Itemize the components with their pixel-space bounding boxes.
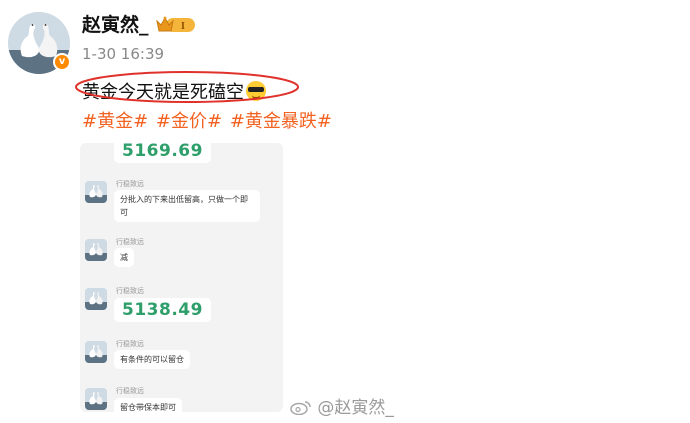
weibo-watermark: @赵寅然_ — [290, 393, 394, 418]
swan-avatar-icon — [85, 288, 107, 310]
swan-avatar-icon — [85, 388, 107, 410]
weibo-logo-icon — [290, 401, 311, 415]
message-bubble: 留仓带保本即可 — [114, 398, 182, 412]
hashtag-list: #黄金# #金价# #黄金暴跌# — [82, 107, 334, 133]
vip-crown-badge-icon[interactable]: I — [156, 15, 196, 35]
username[interactable]: 赵寅然_ — [82, 10, 149, 37]
sender-name: 行稳致远 — [116, 180, 144, 188]
message-bubble: 有条件的可以留仓 — [114, 350, 190, 369]
post-text-content: 黄金今天就是死磕空 — [82, 82, 244, 103]
chat-screenshot-image[interactable]: 5169.69 行稳致远 分批入的下来出低留高，只做一个即可 行稳致远 减 行稳… — [80, 143, 283, 412]
post-text: 黄金今天就是死磕空 — [82, 78, 266, 104]
swan-avatar-icon — [85, 239, 107, 261]
message-bubble: 分批入的下来出低留高，只做一个即可 — [114, 190, 260, 222]
message-bubble: 减 — [114, 248, 134, 267]
swan-avatar-icon — [85, 181, 107, 203]
hashtag-gold[interactable]: #黄金# — [82, 111, 148, 132]
post-time[interactable]: 1-30 16:39 — [82, 45, 164, 63]
sender-name: 行稳致远 — [116, 387, 144, 395]
verified-badge-icon: v — [53, 53, 71, 71]
sender-name: 行稳致远 — [116, 340, 144, 348]
swan-avatar-icon — [85, 341, 107, 363]
price-bubble: 5138.49 — [114, 298, 211, 322]
vip-level: I — [181, 21, 185, 32]
hashtag-gold-crash[interactable]: #黄金暴跌# — [230, 111, 332, 132]
sender-name: 行稳致远 — [116, 287, 144, 295]
sender-name: 行稳致远 — [116, 238, 144, 246]
sunglasses-emoji-icon — [246, 81, 266, 101]
hashtag-gold-price[interactable]: #金价# — [156, 111, 222, 132]
watermark-text: @赵寅然_ — [317, 398, 394, 418]
price-bubble: 5169.69 — [114, 143, 211, 163]
